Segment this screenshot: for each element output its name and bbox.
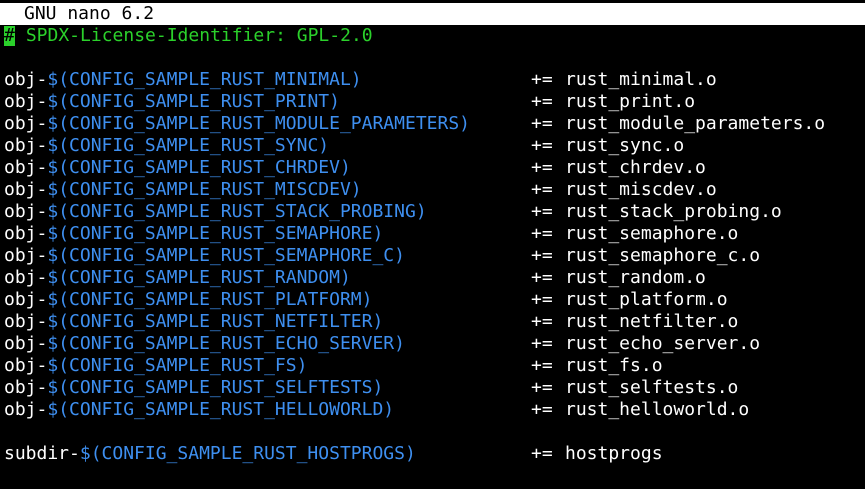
code-line-obj[interactable]: obj-$(CONFIG_SAMPLE_RUST_STACK_PROBING) +…: [4, 201, 782, 223]
build-target: rust_semaphore_c.o: [565, 245, 761, 266]
terminal-window: GNU nano 6.2 # SPDX-License-Identifier: …: [0, 0, 865, 489]
config-variable: $(CONFIG_SAMPLE_RUST_SYNC): [47, 135, 330, 156]
obj-lines-block: obj-$(CONFIG_SAMPLE_RUST_MINIMAL) += rust_…: [4, 69, 825, 421]
config-variable: $(CONFIG_SAMPLE_RUST_CHRDEV): [47, 157, 351, 178]
code-line-obj[interactable]: obj-$(CONFIG_SAMPLE_RUST_ECHO_SERVER) += r…: [4, 333, 760, 355]
append-operator: +=: [531, 69, 553, 90]
code-line-obj[interactable]: obj-$(CONFIG_SAMPLE_RUST_SYNC) += rust_syn…: [4, 135, 684, 157]
append-operator: +=: [531, 223, 553, 244]
nano-title-bar: GNU nano 6.2: [0, 3, 865, 25]
build-target: rust_fs.o: [565, 355, 663, 376]
append-operator: +=: [531, 135, 553, 156]
build-target: rust_minimal.o: [565, 69, 717, 90]
line-prefix: obj-: [4, 113, 48, 134]
code-line-obj[interactable]: obj-$(CONFIG_SAMPLE_RUST_RANDOM) += rust_r…: [4, 267, 706, 289]
config-variable: $(CONFIG_SAMPLE_RUST_MINIMAL): [47, 69, 362, 90]
code-line-obj[interactable]: obj-$(CONFIG_SAMPLE_RUST_SELFTESTS) += rus…: [4, 377, 738, 399]
code-line-subdir[interactable]: subdir-$(CONFIG_SAMPLE_RUST_HOSTPROGS) +=…: [4, 443, 663, 465]
line-prefix: obj-: [4, 377, 48, 398]
config-variable: $(CONFIG_SAMPLE_RUST_RANDOM): [47, 267, 351, 288]
append-operator: +=: [531, 289, 553, 310]
config-variable: $(CONFIG_SAMPLE_RUST_ECHO_SERVER): [47, 333, 405, 354]
build-target: hostprogs: [565, 443, 663, 464]
code-line-license[interactable]: # SPDX-License-Identifier: GPL-2.0: [4, 25, 470, 47]
build-target: rust_netfilter.o: [565, 311, 739, 332]
line-prefix: obj-: [4, 179, 48, 200]
line-prefix: obj-: [4, 399, 48, 420]
config-variable: $(CONFIG_SAMPLE_RUST_HOSTPROGS): [79, 443, 416, 464]
build-target: rust_print.o: [565, 91, 696, 112]
line-prefix: obj-: [4, 267, 48, 288]
editor-buffer[interactable]: # SPDX-License-Identifier: GPL-2.0 obj-$…: [4, 25, 825, 465]
blank-line[interactable]: [4, 47, 470, 69]
config-variable: $(CONFIG_SAMPLE_RUST_MISCDEV): [47, 179, 362, 200]
line-prefix: obj-: [4, 201, 48, 222]
config-variable: $(CONFIG_SAMPLE_RUST_PRINT): [47, 91, 340, 112]
append-operator: +=: [531, 201, 553, 222]
line-prefix: subdir-: [4, 443, 80, 464]
code-line-obj[interactable]: obj-$(CONFIG_SAMPLE_RUST_SEMAPHORE) += rus…: [4, 223, 738, 245]
code-line-obj[interactable]: obj-$(CONFIG_SAMPLE_RUST_MODULE_PARAMETE…: [4, 113, 825, 135]
build-target: rust_echo_server.o: [565, 333, 761, 354]
code-line-obj[interactable]: obj-$(CONFIG_SAMPLE_RUST_PLATFORM) += rust…: [4, 289, 728, 311]
append-operator: +=: [531, 333, 553, 354]
build-target: rust_module_parameters.o: [565, 113, 826, 134]
line-prefix: obj-: [4, 311, 48, 332]
append-operator: +=: [531, 179, 553, 200]
append-operator: +=: [531, 443, 553, 464]
append-operator: +=: [531, 113, 553, 134]
code-line-obj[interactable]: obj-$(CONFIG_SAMPLE_RUST_CHRDEV) += rust_c…: [4, 157, 706, 179]
editor-title: GNU nano 6.2: [24, 3, 155, 24]
code-line-obj[interactable]: obj-$(CONFIG_SAMPLE_RUST_MISCDEV) += rust_…: [4, 179, 717, 201]
config-variable: $(CONFIG_SAMPLE_RUST_SELFTESTS): [47, 377, 384, 398]
config-variable: $(CONFIG_SAMPLE_RUST_NETFILTER): [47, 311, 384, 332]
build-target: rust_selftests.o: [565, 377, 739, 398]
code-line-obj[interactable]: obj-$(CONFIG_SAMPLE_RUST_PRINT) += rust_pr…: [4, 91, 695, 113]
config-variable: $(CONFIG_SAMPLE_RUST_SEMAPHORE_C): [47, 245, 405, 266]
config-variable: $(CONFIG_SAMPLE_RUST_PLATFORM): [47, 289, 373, 310]
line-prefix: obj-: [4, 223, 48, 244]
blank-line[interactable]: [4, 421, 470, 443]
license-comment: SPDX-License-Identifier: GPL-2.0: [15, 25, 373, 46]
line-prefix: obj-: [4, 289, 48, 310]
line-prefix: obj-: [4, 91, 48, 112]
append-operator: +=: [531, 311, 553, 332]
config-variable: $(CONFIG_SAMPLE_RUST_STACK_PROBING): [47, 201, 427, 222]
append-operator: +=: [531, 377, 553, 398]
config-variable: $(CONFIG_SAMPLE_RUST_FS): [47, 355, 308, 376]
line-prefix: obj-: [4, 333, 48, 354]
config-variable: $(CONFIG_SAMPLE_RUST_MODULE_PARAMETERS): [47, 113, 470, 134]
build-target: rust_helloworld.o: [565, 399, 750, 420]
append-operator: +=: [531, 355, 553, 376]
build-target: rust_miscdev.o: [565, 179, 717, 200]
append-operator: +=: [531, 91, 553, 112]
build-target: rust_random.o: [565, 267, 706, 288]
code-line-obj[interactable]: obj-$(CONFIG_SAMPLE_RUST_SEMAPHORE_C) += r…: [4, 245, 760, 267]
build-target: rust_platform.o: [565, 289, 728, 310]
text-cursor[interactable]: #: [4, 26, 15, 46]
line-prefix: obj-: [4, 245, 48, 266]
build-target: rust_sync.o: [565, 135, 685, 156]
code-line-obj[interactable]: obj-$(CONFIG_SAMPLE_RUST_MINIMAL) += rust_…: [4, 69, 717, 91]
line-prefix: obj-: [4, 69, 48, 90]
build-target: rust_semaphore.o: [565, 223, 739, 244]
code-line-obj[interactable]: obj-$(CONFIG_SAMPLE_RUST_FS) += rust_fs.o: [4, 355, 663, 377]
append-operator: +=: [531, 157, 553, 178]
build-target: rust_chrdev.o: [565, 157, 706, 178]
build-target: rust_stack_probing.o: [565, 201, 782, 222]
line-prefix: obj-: [4, 135, 48, 156]
config-variable: $(CONFIG_SAMPLE_RUST_HELLOWORLD): [47, 399, 395, 420]
code-line-obj[interactable]: obj-$(CONFIG_SAMPLE_RUST_NETFILTER) += rus…: [4, 311, 738, 333]
line-prefix: obj-: [4, 157, 48, 178]
append-operator: +=: [531, 267, 553, 288]
append-operator: +=: [531, 399, 553, 420]
append-operator: +=: [531, 245, 553, 266]
code-line-obj[interactable]: obj-$(CONFIG_SAMPLE_RUST_HELLOWORLD) += ru…: [4, 399, 749, 421]
config-variable: $(CONFIG_SAMPLE_RUST_SEMAPHORE): [47, 223, 384, 244]
line-prefix: obj-: [4, 355, 48, 376]
